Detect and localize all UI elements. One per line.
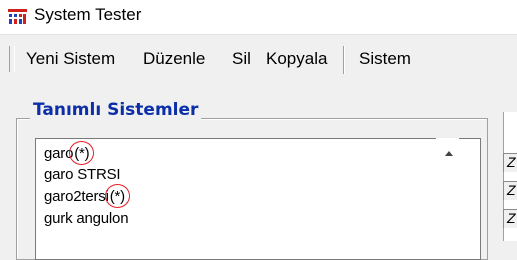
table-cell[interactable]: Z <box>503 181 517 200</box>
menu-new-system[interactable]: Yeni Sistem <box>26 49 115 69</box>
default-mark: (*) <box>69 141 95 165</box>
table-cell-text: Z <box>507 210 516 226</box>
scroll-up-arrow-icon[interactable] <box>445 151 453 156</box>
systems-listbox[interactable]: garo(*) garo STRSI garo2tersi(*) gurk an… <box>35 138 481 260</box>
table-cell[interactable]: Z <box>503 209 517 228</box>
list-item[interactable]: garo(*) <box>44 141 95 165</box>
menu-system[interactable]: Sistem <box>359 49 411 69</box>
table-cell[interactable]: Z <box>503 153 517 172</box>
listbox-scrollbar[interactable] <box>436 138 459 258</box>
toolbar-grip[interactable] <box>9 46 15 72</box>
default-mark: (*) <box>104 184 131 208</box>
window-title: System Tester <box>34 5 142 24</box>
menu-copy[interactable]: Kopyala <box>266 49 327 69</box>
list-item[interactable]: garo2tersi(*) <box>44 184 131 208</box>
list-item[interactable]: gurk angulon <box>44 210 129 227</box>
menu-delete[interactable]: Sil <box>232 49 251 69</box>
list-item[interactable]: garo STRSI <box>44 166 121 183</box>
app-grid-icon <box>8 9 27 24</box>
toolbar-separator <box>343 46 345 74</box>
menu-edit[interactable]: Düzenle <box>143 49 205 69</box>
list-item-name: garo2tersi <box>44 188 109 205</box>
systems-group-title: Tanımlı Sistemler <box>30 100 202 120</box>
table-cell-text: Z <box>507 182 516 198</box>
list-item-name: gurk angulon <box>44 210 129 227</box>
title-bar: System Tester <box>0 0 517 35</box>
table-cell-text: Z <box>507 154 516 170</box>
list-item-name: garo STRSI <box>44 166 121 183</box>
toolbar: Yeni Sistem Düzenle Sil Kopyala Sistem <box>0 35 517 85</box>
